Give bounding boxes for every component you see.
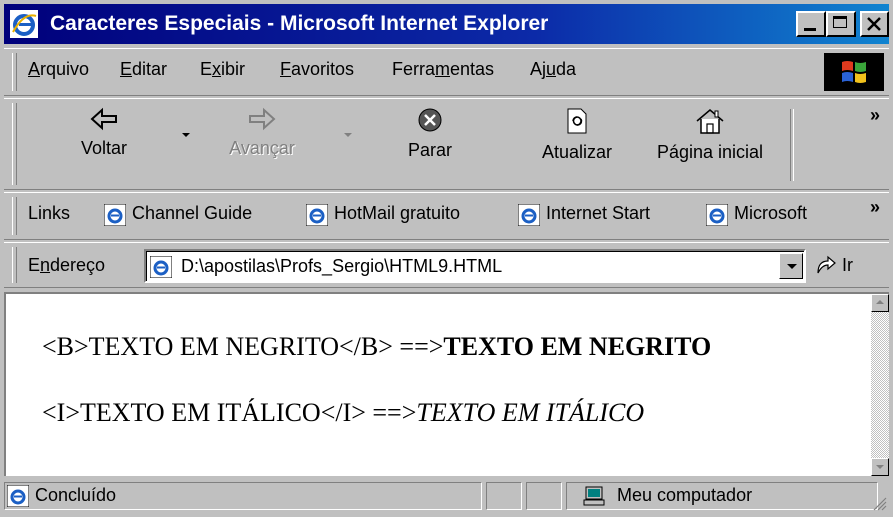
ie-page-icon bbox=[7, 485, 29, 507]
links-label[interactable]: Links bbox=[28, 203, 70, 224]
menu-editar[interactable]: Editar bbox=[120, 59, 167, 80]
ie-page-icon bbox=[518, 204, 540, 226]
toolbar-grip[interactable] bbox=[12, 103, 17, 185]
browser-window: Caracteres Especiais - Microsoft Interne… bbox=[0, 0, 893, 517]
status-panel bbox=[486, 482, 522, 510]
menu-arquivo[interactable]: Arquivo bbox=[28, 59, 89, 80]
minimize-button[interactable] bbox=[796, 11, 826, 37]
forward-arrow-icon bbox=[249, 107, 276, 131]
ie-page-icon bbox=[104, 204, 126, 226]
scroll-up-icon bbox=[876, 300, 884, 304]
links-grip[interactable] bbox=[12, 197, 17, 235]
address-combobox[interactable]: D:\apostilas\Profs_Sergio\HTML9.HTML bbox=[144, 249, 806, 283]
minimize-icon bbox=[804, 28, 816, 31]
menu-exibir[interactable]: Exibir bbox=[200, 59, 245, 80]
stop-button[interactable]: Parar bbox=[380, 107, 480, 161]
scroll-down-icon bbox=[876, 465, 884, 469]
ie-page-icon bbox=[306, 204, 328, 226]
vertical-scrollbar[interactable] bbox=[871, 294, 889, 476]
home-button[interactable]: Página inicial bbox=[640, 107, 780, 163]
back-dropdown-arrow[interactable] bbox=[182, 133, 190, 137]
go-arrow-icon bbox=[817, 255, 836, 274]
forward-dropdown-arrow bbox=[344, 133, 352, 137]
menu-ajuda[interactable]: Ajuda bbox=[530, 59, 576, 80]
address-dropdown-button[interactable] bbox=[779, 253, 803, 279]
back-button[interactable]: Voltar bbox=[54, 107, 154, 159]
back-arrow-icon bbox=[90, 107, 117, 131]
scroll-down-button[interactable] bbox=[871, 458, 889, 476]
windows-logo-icon bbox=[842, 61, 866, 83]
ie-logo-icon bbox=[10, 10, 38, 38]
status-bar: Concluído Meu computador bbox=[4, 478, 889, 513]
italic-example-code: <I>TEXTO EM ITÁLICO</I> ==> bbox=[42, 398, 417, 427]
standard-toolbar: Voltar Avançar Parar Atualizar Página in… bbox=[4, 98, 889, 190]
page-content: <B>TEXTO EM NEGRITO</B> ==>TEXTO EM NEGR… bbox=[4, 292, 889, 476]
italic-example-result: TEXTO EM ITÁLICO bbox=[416, 398, 645, 427]
maximize-button[interactable] bbox=[826, 11, 856, 37]
italic-example-line: <I>TEXTO EM ITÁLICO</I> ==>TEXTO EM ITÁL… bbox=[42, 398, 644, 428]
links-bar: Links Channel Guide HotMail gratuito Int… bbox=[4, 192, 889, 240]
stop-icon bbox=[418, 108, 442, 132]
computer-icon bbox=[583, 486, 605, 506]
ie-page-icon bbox=[150, 256, 172, 278]
link-microsoft[interactable]: Microsoft bbox=[734, 203, 807, 224]
status-zone-text: Meu computador bbox=[617, 485, 753, 505]
status-text: Concluído bbox=[35, 485, 117, 505]
menu-favoritos[interactable]: Favoritos bbox=[280, 59, 354, 80]
bold-example-line: <B>TEXTO EM NEGRITO</B> ==>TEXTO EM NEGR… bbox=[42, 332, 711, 362]
home-icon bbox=[696, 109, 724, 134]
link-internet-start[interactable]: Internet Start bbox=[546, 203, 650, 224]
address-label: Endereço bbox=[28, 255, 106, 275]
scroll-up-button[interactable] bbox=[871, 294, 889, 312]
menu-bar: Arquivo Editar Exibir Favoritos Ferramen… bbox=[4, 48, 889, 96]
close-button[interactable] bbox=[860, 11, 889, 37]
address-grip[interactable] bbox=[12, 247, 17, 283]
forward-button: Avançar bbox=[212, 107, 312, 159]
address-bar: Endereço D:\apostilas\Profs_Sergio\HTML9… bbox=[4, 242, 889, 288]
close-icon bbox=[867, 17, 881, 31]
menu-grip[interactable] bbox=[12, 53, 17, 91]
link-hotmail-gratuito[interactable]: HotMail gratuito bbox=[334, 203, 460, 224]
links-more-chevron[interactable]: » bbox=[870, 197, 880, 218]
bold-example-result: TEXTO EM NEGRITO bbox=[443, 332, 712, 361]
status-main-panel: Concluído bbox=[4, 482, 482, 510]
title-bar: Caracteres Especiais - Microsoft Interne… bbox=[4, 4, 889, 44]
maximize-icon bbox=[833, 16, 847, 28]
throbber bbox=[824, 53, 884, 91]
toolbar-more-chevron[interactable]: » bbox=[870, 105, 880, 126]
bold-example-code: <B>TEXTO EM NEGRITO</B> ==> bbox=[42, 332, 444, 361]
link-channel-guide[interactable]: Channel Guide bbox=[132, 203, 252, 224]
resize-grip-icon[interactable] bbox=[873, 497, 887, 511]
toolbar-separator bbox=[790, 109, 794, 181]
status-zone-panel: Meu computador bbox=[566, 482, 878, 510]
address-input[interactable]: D:\apostilas\Profs_Sergio\HTML9.HTML bbox=[181, 256, 502, 277]
menu-ferramentas[interactable]: Ferramentas bbox=[392, 59, 494, 80]
chevron-down-icon bbox=[787, 264, 797, 269]
ie-page-icon bbox=[706, 204, 728, 226]
refresh-icon bbox=[567, 108, 587, 134]
window-title: Caracteres Especiais - Microsoft Interne… bbox=[50, 12, 549, 35]
status-panel bbox=[526, 482, 562, 510]
refresh-button[interactable]: Atualizar bbox=[522, 107, 632, 163]
